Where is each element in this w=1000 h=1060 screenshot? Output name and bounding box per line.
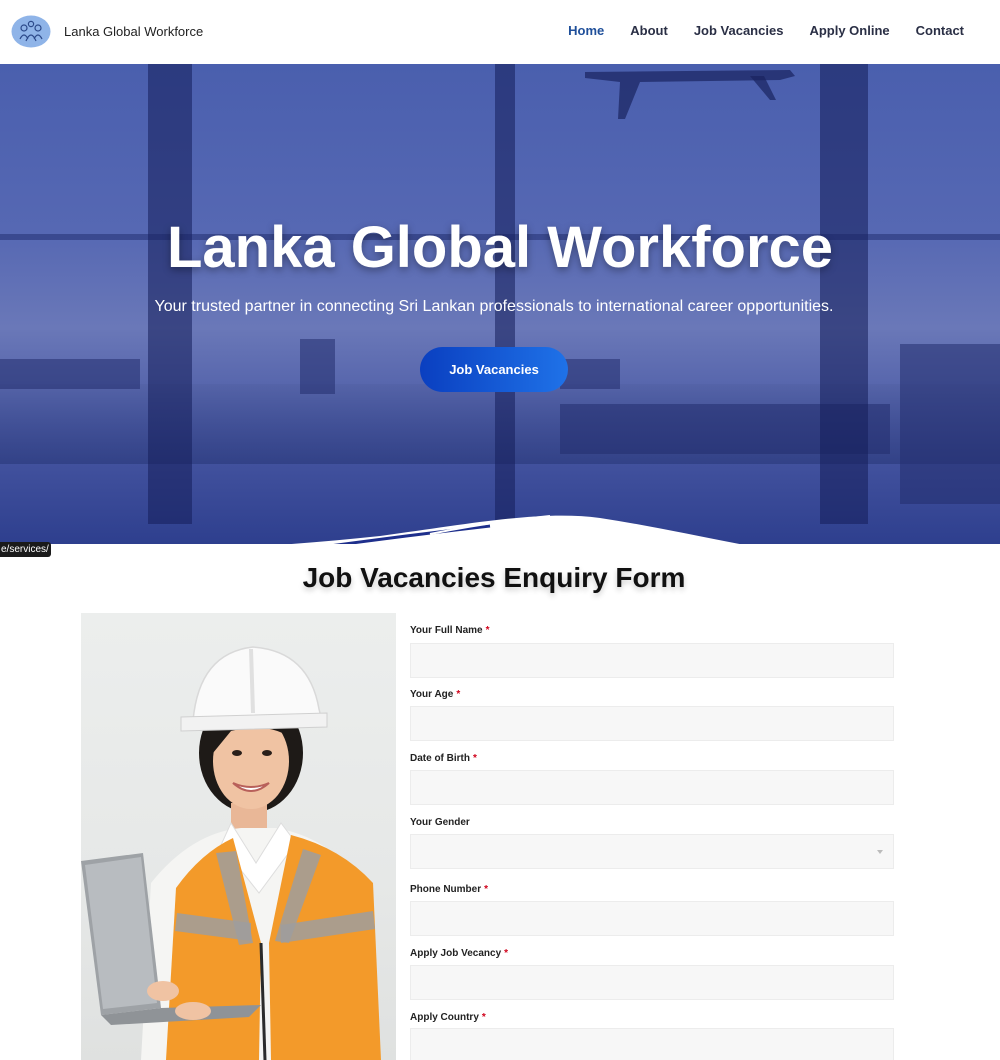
age-input[interactable] xyxy=(410,706,894,741)
nav-contact[interactable]: Contact xyxy=(916,23,964,38)
age-label: Your Age * xyxy=(410,689,461,700)
full-name-input[interactable] xyxy=(410,643,894,678)
job-vacancy-input[interactable] xyxy=(410,965,894,1000)
worker-photo xyxy=(81,613,396,1060)
hero-subtitle: Your trusted partner in connecting Sri L… xyxy=(154,298,834,315)
site-header: Lanka Global Workforce Home About Job Va… xyxy=(0,0,1000,64)
window-frame xyxy=(148,64,192,524)
date-of-birth-label: Date of Birth * xyxy=(410,753,477,764)
brand-name[interactable]: Lanka Global Workforce xyxy=(64,24,203,39)
chevron-down-icon xyxy=(877,850,883,854)
hero-wave-divider xyxy=(291,515,740,544)
airplane-icon xyxy=(585,70,795,119)
date-of-birth-input[interactable] xyxy=(410,770,894,805)
gender-select[interactable] xyxy=(410,834,894,869)
nav-about[interactable]: About xyxy=(630,23,668,38)
woman-with-helmet-and-laptop-image xyxy=(81,646,381,1060)
phone-number-input[interactable] xyxy=(410,901,894,936)
form-title: Job Vacancies Enquiry Form xyxy=(302,562,686,593)
nav-apply-online[interactable]: Apply Online xyxy=(809,23,889,38)
job-vacancies-button[interactable]: Job Vacancies xyxy=(420,347,568,392)
full-name-label: Your Full Name * xyxy=(410,625,490,636)
hero-background-building xyxy=(0,359,140,389)
country-label: Apply Country * xyxy=(410,1012,486,1023)
job-vacancy-label: Apply Job Vecancy * xyxy=(410,948,509,959)
hero-background-terminal xyxy=(900,344,1000,504)
logo-icon[interactable] xyxy=(11,15,51,48)
gender-label: Your Gender xyxy=(410,817,470,828)
nav-home[interactable]: Home xyxy=(568,23,604,38)
hero-banner: Lanka Global Workforce Your trusted part… xyxy=(0,64,1000,544)
hero-background-tower xyxy=(300,339,335,394)
nav-job-vacancies[interactable]: Job Vacancies xyxy=(694,23,784,38)
main-nav: Home About Job Vacancies Apply Online Co… xyxy=(568,23,964,38)
window-frame xyxy=(495,64,515,524)
hero-title: Lanka Global Workforce xyxy=(166,215,834,280)
country-input[interactable] xyxy=(410,1028,894,1060)
link-url-tooltip: e/services/ xyxy=(0,542,51,557)
window-frame xyxy=(820,64,868,524)
phone-number-label: Phone Number * xyxy=(410,884,489,895)
hero-background-building xyxy=(560,359,620,389)
